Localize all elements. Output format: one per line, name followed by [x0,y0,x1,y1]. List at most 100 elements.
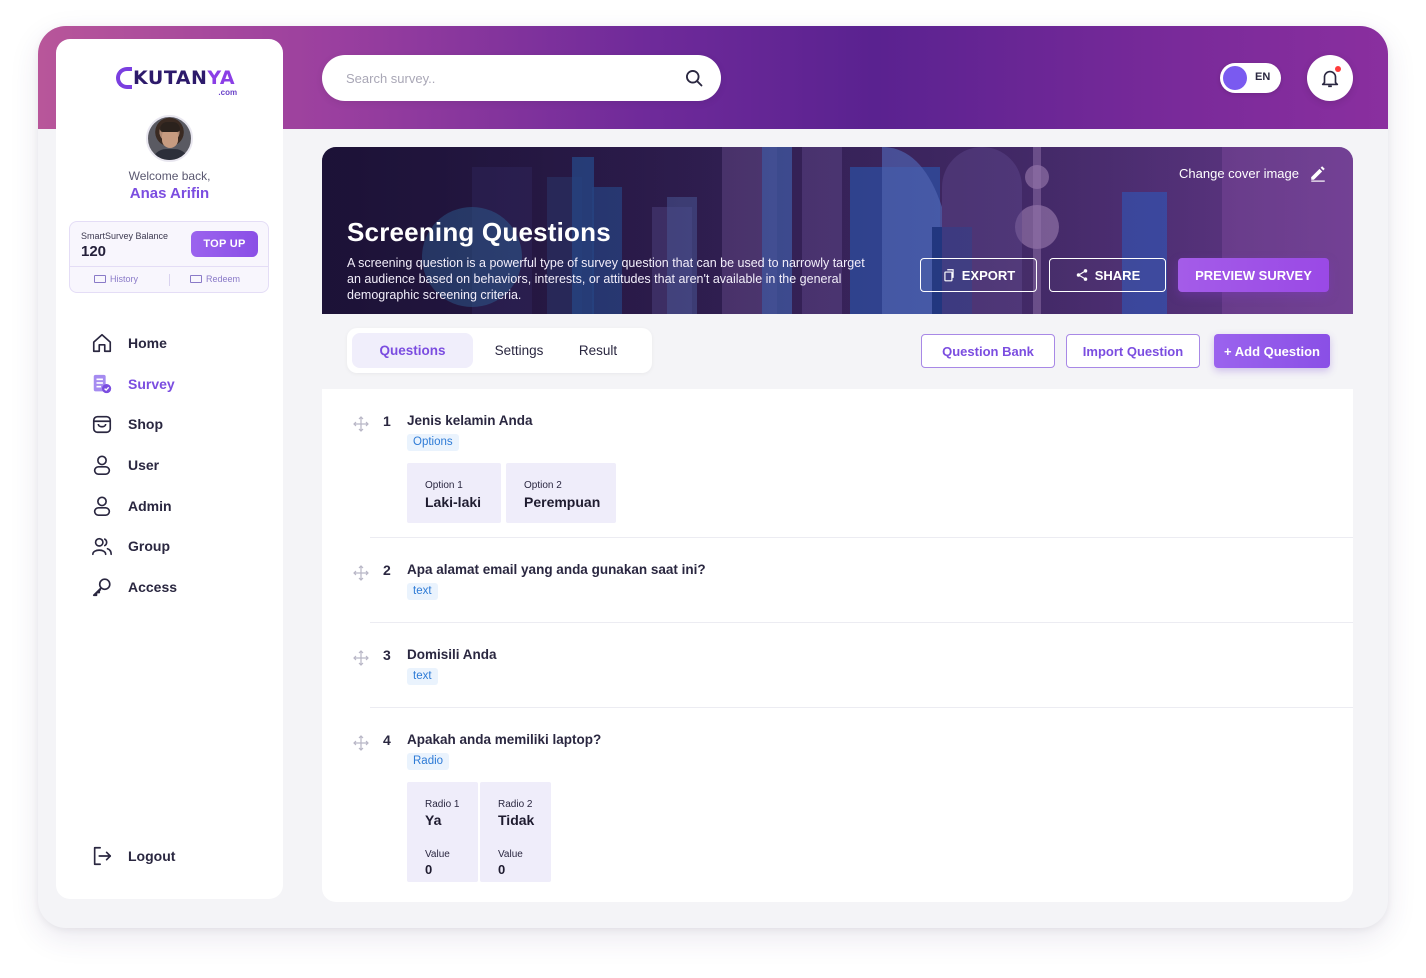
tab-questions[interactable]: Questions [352,333,473,368]
option-card: Option 2 Perempuan [506,463,616,523]
sidebar-item-label: Survey [128,375,175,392]
drag-handle-icon[interactable] [353,735,369,751]
option-value: Ya [425,812,442,828]
tab-toolbar: Questions Settings Result Question Bank … [322,314,1353,389]
change-cover-button[interactable]: Change cover image [1179,164,1327,182]
question-number: 4 [383,732,391,748]
balance-value: 120 [81,243,107,260]
sidebar-item-home[interactable]: Home [90,323,177,364]
sidebar: KUTANYA .com Welcome back, Anas Arifin S… [56,39,283,899]
question-type-badge: Radio [407,753,450,770]
divider [370,622,1353,623]
redeem-link[interactable]: Redeem [190,274,240,284]
question-title: Apakah anda memiliki laptop? [407,732,602,747]
question-type-badge: text [407,583,438,600]
sidebar-item-group[interactable]: Group [90,526,177,567]
import-question-button[interactable]: Import Question [1066,334,1200,368]
search-input[interactable] [346,67,666,89]
sidebar-item-shop[interactable]: Shop [90,404,177,445]
preview-survey-button[interactable]: PREVIEW SURVEY [1178,258,1329,292]
option-label: Option 1 [425,480,463,491]
share-icon [1076,269,1087,281]
sidebar-nav: Home Survey Shop User Admin Group Access [90,323,177,607]
key-icon [90,575,114,599]
drag-handle-icon[interactable] [353,565,369,581]
notification-dot [1335,66,1341,72]
divider [70,266,268,267]
shop-icon [90,412,114,436]
share-button[interactable]: SHARE [1049,258,1166,292]
question-title: Apa alamat email yang anda gunakan saat … [407,562,706,577]
option-value: Tidak [498,812,535,828]
export-label: EXPORT [961,267,1016,283]
search-icon[interactable] [684,68,704,88]
logout-label: Logout [128,848,176,864]
sidebar-item-admin[interactable]: Admin [90,485,177,526]
export-button[interactable]: EXPORT [920,258,1037,292]
option-card: Option 1 Laki-laki [407,463,501,523]
logout-button[interactable]: Logout [90,844,175,868]
tab-list: Questions Settings Result [347,328,652,373]
option-label: Option 2 [524,480,562,491]
sidebar-item-label: Home [128,335,167,352]
admin-icon [90,494,114,518]
score-label: Value [498,849,523,860]
sidebar-item-label: User [128,457,160,474]
question-type-badge: text [407,668,438,685]
score-value: 0 [425,862,433,877]
search-bar [322,55,721,101]
sidebar-item-label: Admin [128,497,172,514]
logo[interactable]: KUTANYA .com [116,67,237,97]
history-link[interactable]: History [94,274,138,284]
sidebar-item-access[interactable]: Access [90,567,177,608]
logout-icon [90,844,114,868]
divider [370,707,1353,708]
drag-handle-icon[interactable] [353,650,369,666]
option-value: Laki-laki [425,494,482,510]
sidebar-item-label: Group [128,538,170,555]
question-type-badge: Options [407,434,459,451]
home-icon [90,331,114,355]
main-content: Change cover image Screening Questions A… [322,147,1353,902]
option-value: Perempuan [524,494,601,510]
cover-banner: Change cover image Screening Questions A… [322,147,1353,314]
radio-option-card: Radio 2 Tidak Value 0 [480,782,551,882]
ticket-icon [190,275,202,283]
welcome-text: Welcome back, [128,169,211,183]
share-label: SHARE [1094,267,1141,283]
option-label: Radio 1 [425,799,460,810]
logo-text: KUTANYA [133,67,236,89]
page-title: Screening Questions [347,217,611,247]
tab-settings[interactable]: Settings [483,333,555,368]
language-toggle[interactable]: EN [1220,63,1281,93]
notification-button[interactable] [1307,55,1353,101]
topup-button[interactable]: TOP UP [191,231,258,257]
history-label: History [110,274,139,284]
option-label: Radio 2 [498,799,533,810]
redeem-label: Redeem [206,274,241,284]
score-label: Value [425,849,450,860]
user-name[interactable]: Anas Arifin [56,185,283,202]
change-cover-label: Change cover image [1179,165,1299,181]
question-title: Domisili Anda [407,647,497,662]
avatar[interactable] [146,115,193,162]
export-icon [944,269,954,282]
sidebar-item-user[interactable]: User [90,445,177,486]
sidebar-item-survey[interactable]: Survey [90,364,177,405]
group-icon [90,534,114,558]
balance-label: SmartSurvey Balance [81,231,169,241]
divider [370,537,1353,538]
sidebar-item-label: Access [128,578,178,595]
add-question-button[interactable]: + Add Question [1214,334,1330,368]
user-icon [90,453,114,477]
tab-result[interactable]: Result [565,333,631,368]
drag-handle-icon[interactable] [353,416,369,432]
question-bank-button[interactable]: Question Bank [921,334,1055,368]
divider [169,274,170,286]
survey-icon [90,372,114,396]
pencil-icon [1311,166,1325,182]
balance-card: SmartSurvey Balance 120 TOP UP History R… [69,221,269,293]
question-number: 2 [383,562,391,578]
score-value: 0 [498,862,506,877]
history-icon [94,275,106,283]
